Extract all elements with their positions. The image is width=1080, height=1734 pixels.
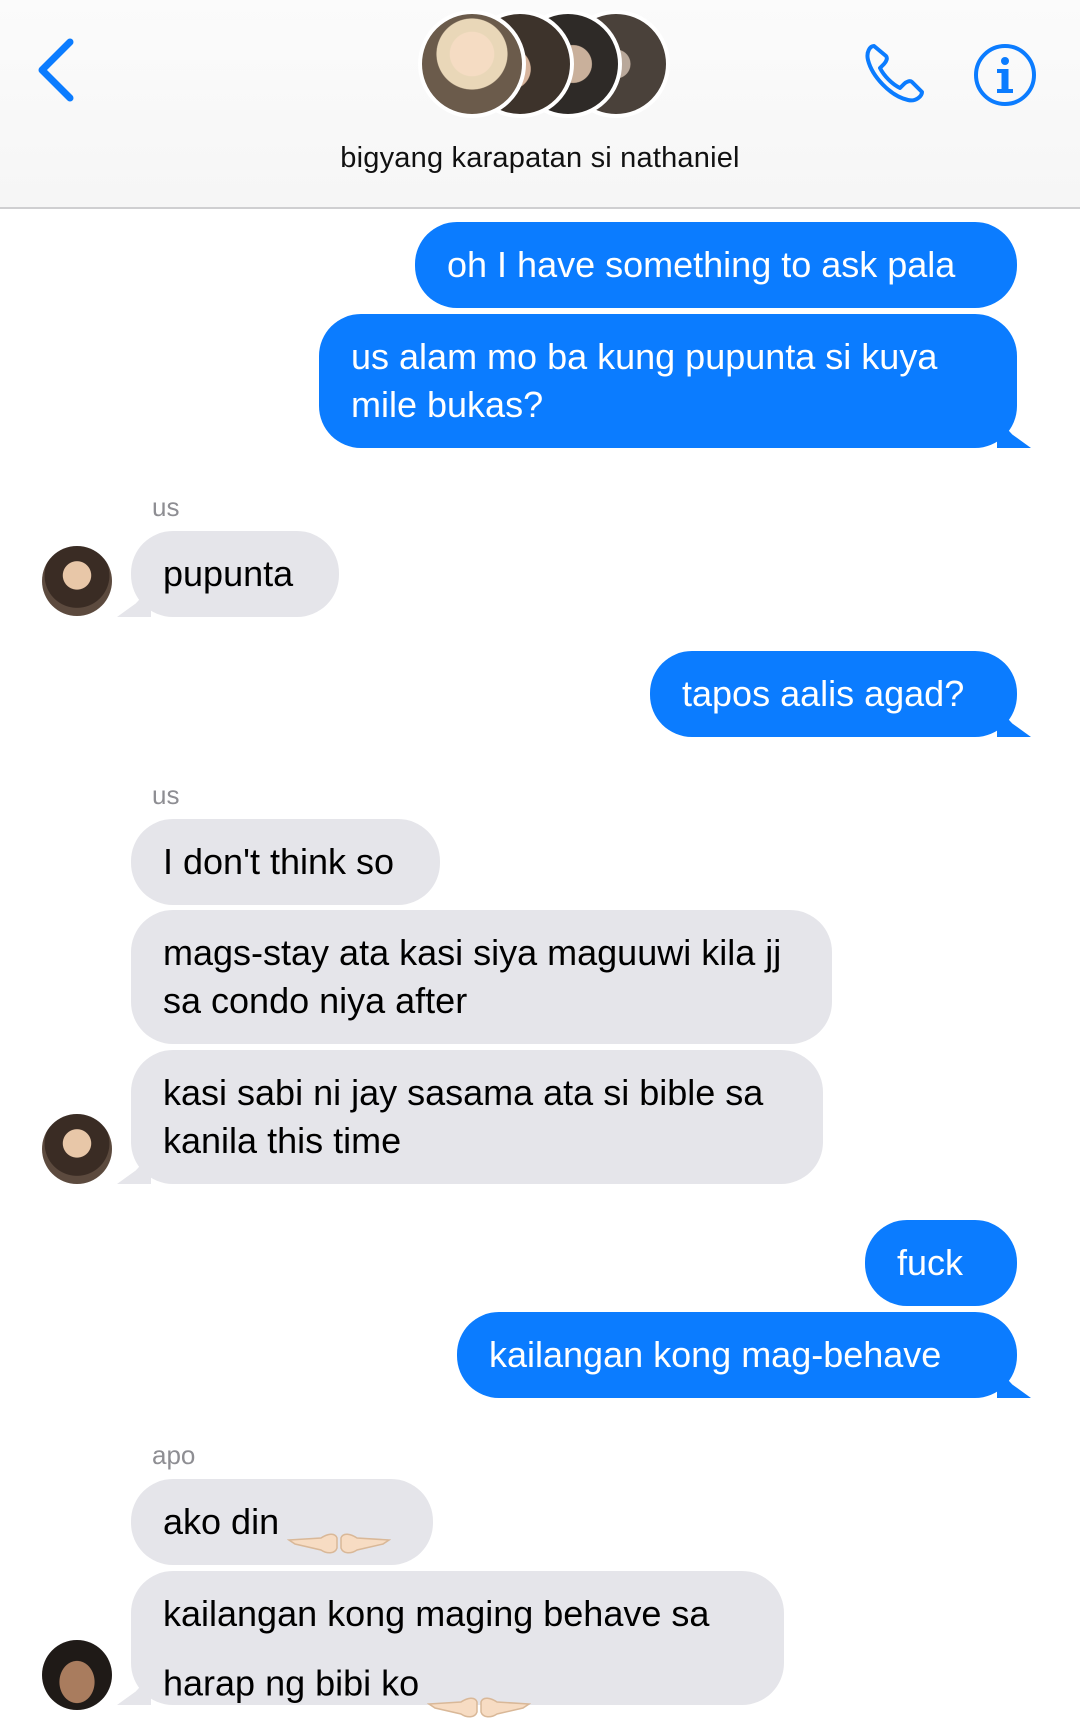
message-text: kasi sabi ni jay sasama ata si bible sa …	[163, 1072, 764, 1161]
message-text: I don't think so	[163, 841, 395, 882]
message-text: tapos aalis agad?	[682, 673, 965, 714]
message-text: kailangan kong maging behave sa harap ng…	[163, 1542, 752, 1734]
chat-header: bigyang karapatan si nathaniel	[0, 0, 1080, 209]
message-text: fuck	[897, 1242, 964, 1283]
outgoing-message[interactable]: fuck	[865, 1220, 1017, 1306]
chevron-left-icon	[38, 38, 74, 102]
phone-icon	[865, 44, 924, 103]
message-text: us alam mo ba kung pupunta si kuya mile …	[351, 336, 938, 425]
avatar[interactable]	[42, 1640, 112, 1710]
incoming-message[interactable]: kailangan kong maging behave sa harap ng…	[131, 1571, 784, 1718]
outgoing-message[interactable]: us alam mo ba kung pupunta si kuya mile …	[319, 314, 1017, 448]
info-icon	[974, 44, 1036, 106]
message-text: pupunta	[163, 553, 294, 594]
sender-name: us	[152, 780, 180, 810]
avatar[interactable]	[42, 1114, 112, 1184]
avatar	[418, 10, 526, 118]
info-button[interactable]	[972, 42, 1038, 108]
incoming-message[interactable]: I don't think so	[131, 819, 440, 905]
message-text: mags-stay ata kasi siya maguuwi kila jj …	[163, 932, 782, 1021]
outgoing-message[interactable]: oh I have something to ask pala	[415, 222, 1017, 308]
back-button[interactable]	[28, 30, 88, 110]
sender-name: us	[152, 492, 180, 522]
incoming-message[interactable]: kasi sabi ni jay sasama ata si bible sa …	[131, 1050, 823, 1184]
incoming-message[interactable]: pupunta	[131, 531, 339, 617]
call-button[interactable]	[860, 38, 930, 108]
pointing-fingers-emoji-icon	[426, 1638, 532, 1734]
message-text: oh I have something to ask pala	[447, 244, 956, 285]
group-avatars[interactable]	[418, 10, 678, 122]
message-text: ako din	[163, 1501, 280, 1542]
group-title[interactable]: bigyang karapatan si nathaniel	[0, 142, 1080, 175]
sender-name: apo	[152, 1440, 196, 1470]
message-text: kailangan kong mag-behave	[489, 1334, 942, 1375]
outgoing-message[interactable]: kailangan kong mag-behave	[457, 1312, 1017, 1398]
avatar[interactable]	[42, 546, 112, 616]
outgoing-message[interactable]: tapos aalis agad?	[650, 651, 1017, 737]
incoming-message[interactable]: mags-stay ata kasi siya maguuwi kila jj …	[131, 910, 832, 1044]
